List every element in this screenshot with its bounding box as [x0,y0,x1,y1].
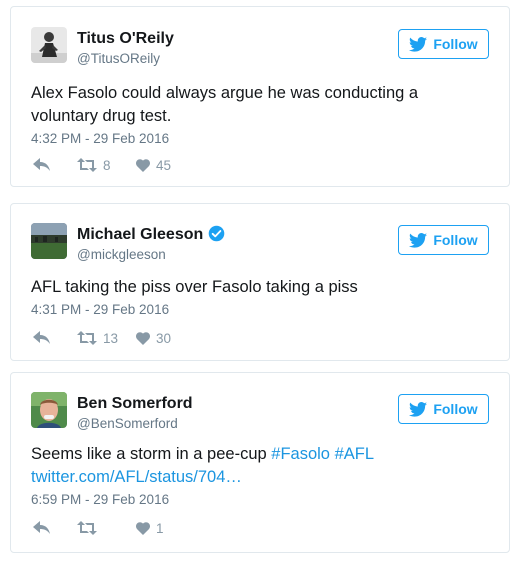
tweet-timestamp[interactable]: 4:32 PM - 29 Feb 2016 [31,130,169,148]
retweet-count: 8 [103,157,111,173]
hashtag-link[interactable]: #AFL [335,445,374,463]
reply-button[interactable] [33,158,77,172]
tweet-text: Alex Fasolo could always argue he was co… [31,84,419,125]
tweet-card: Michael Gleeson @mickgleeson Follow AFL … [10,203,510,361]
like-button[interactable]: 1 [136,521,164,536]
follow-label: Follow [433,401,478,417]
display-name-text: Michael Gleeson [77,226,204,243]
display-name[interactable]: Titus O'Reily [77,29,174,49]
tweet-text: AFL taking the piss over Fasolo taking a… [31,278,358,296]
like-button[interactable]: 30 [136,331,171,346]
retweet-icon [77,158,97,172]
like-count: 30 [156,330,172,346]
follow-bird-icon [409,401,428,417]
retweet-button[interactable] [77,521,136,535]
tweet-timestamp[interactable]: 6:59 PM - 29 Feb 2016 [31,491,169,509]
like-count: 1 [156,520,164,536]
retweet-icon [77,331,97,345]
heart-icon [136,158,150,172]
tweet-actions: 8 45 [33,155,171,175]
follow-button[interactable]: Follow [398,394,489,424]
avatar[interactable] [31,27,67,63]
tweet-url-link[interactable]: twitter.com/AFL/status/704… [31,468,242,486]
tweet-timestamp[interactable]: 4:31 PM - 29 Feb 2016 [31,301,169,319]
reply-icon [33,521,50,534]
heart-icon [136,521,150,535]
avatar[interactable] [31,223,67,259]
tweet-actions: 13 30 [33,328,171,348]
tweet-feed: Titus O'Reily @TitusOReily Follow Alex F… [0,0,523,563]
retweet-icon [77,521,97,535]
heart-icon [136,331,150,345]
follow-label: Follow [433,232,478,248]
reply-button[interactable] [33,521,77,535]
tweet-actions: 1 [33,518,164,538]
follow-label: Follow [433,36,478,52]
retweet-button[interactable]: 8 [77,158,136,173]
avatar[interactable] [31,392,67,428]
follow-bird-icon [409,232,428,248]
follow-button[interactable]: Follow [398,29,489,59]
tweet-text: Seems like a storm in a pee-cup #Fasolo … [31,443,489,489]
like-count: 45 [156,157,172,173]
display-name[interactable]: Michael Gleeson [77,225,225,245]
verified-badge-icon [208,225,225,242]
follow-button[interactable]: Follow [398,225,489,255]
hashtag-link[interactable]: #Fasolo [271,445,330,463]
reply-button[interactable] [33,331,77,345]
tweet-card: Titus O'Reily @TitusOReily Follow Alex F… [10,6,510,187]
tweet-card: Ben Somerford @BenSomerford Follow Seems… [10,372,510,553]
user-handle[interactable]: @mickgleeson [77,246,166,264]
reply-icon [33,158,50,171]
retweet-count: 13 [103,330,119,346]
user-handle[interactable]: @TitusOReily [77,50,160,68]
retweet-button[interactable]: 13 [77,331,136,346]
like-button[interactable]: 45 [136,158,171,173]
tweet-text-body: Seems like a storm in a pee-cup [31,445,272,463]
user-handle[interactable]: @BenSomerford [77,415,178,433]
display-name[interactable]: Ben Somerford [77,394,193,414]
follow-bird-icon [409,36,428,52]
reply-icon [33,331,50,344]
